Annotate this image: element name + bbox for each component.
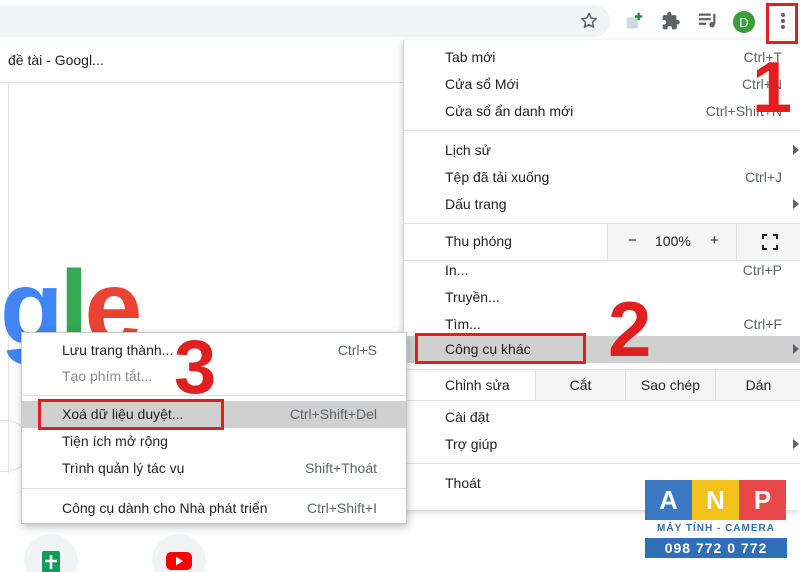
submenu-item-label: Công cụ dành cho Nhà phát triển <box>62 500 268 516</box>
menu-item-label: Dấu trang <box>445 196 507 212</box>
menu-item-label: Trợ giúp <box>445 436 498 452</box>
menu-item-shortcut: Ctrl+J <box>745 169 782 185</box>
menu-item-label: Thoát <box>445 475 481 491</box>
submenu-arrow-icon <box>793 439 799 449</box>
zoom-out-button[interactable]: − <box>628 232 637 249</box>
anp-letter: P <box>739 480 786 520</box>
menu-item-downloads[interactable]: Tệp đã tải xuống Ctrl+J <box>404 164 800 191</box>
submenu-item-shortcut: Ctrl+S <box>337 342 377 358</box>
menu-item-incognito-window[interactable]: Cửa sổ ẩn danh mới Ctrl+Shift+N <box>404 98 800 125</box>
menu-item-print[interactable]: In... Ctrl+P <box>404 257 800 284</box>
menu-item-label: Truyền... <box>445 289 500 305</box>
step1-number: 1 <box>752 48 793 128</box>
submenu-item-shortcut: Ctrl+Shift+I <box>306 500 377 516</box>
submenu-item-extensions[interactable]: Tiện ích mở rộng <box>22 428 406 455</box>
submenu-arrow-icon <box>793 344 799 354</box>
submenu-item-label: Tạo phím tắt... <box>62 368 153 384</box>
submenu-arrow-icon <box>793 199 799 209</box>
menu-item-shortcut: Ctrl+P <box>742 262 782 278</box>
anp-watermark-logo: A N P MÁY TÍNH - CAMERA 098 772 0 772 <box>645 480 787 562</box>
media-queue-icon[interactable] <box>695 8 721 34</box>
submenu-arrow-icon <box>793 145 799 155</box>
anp-tiles: A N P <box>645 480 787 520</box>
divider <box>0 82 404 83</box>
profile-avatar[interactable]: D <box>733 11 755 33</box>
browser-toolbar: D <box>0 0 800 40</box>
anp-phone: 098 772 0 772 <box>645 538 787 558</box>
tab-title[interactable]: đề tài - Googl... <box>8 52 104 68</box>
menu-item-cast[interactable]: Truyền... <box>404 284 800 311</box>
submenu-item-label: Tiện ích mở rộng <box>62 433 168 449</box>
menu-item-label: Cửa sổ ẩn danh mới <box>445 103 574 119</box>
menu-item-label: Tìm... <box>445 316 481 332</box>
edit-label: Chỉnh sửa <box>445 377 510 393</box>
menu-item-bookmarks[interactable]: Dấu trang <box>404 191 800 218</box>
menu-item-history[interactable]: Lịch sử <box>404 137 800 164</box>
menu-item-shortcut: Ctrl+F <box>743 316 783 332</box>
zoom-level: 100% <box>655 233 691 249</box>
extension-add-icon[interactable] <box>622 8 648 34</box>
menu-item-help[interactable]: Trợ giúp <box>404 431 800 458</box>
submenu-item-label: Trình quản lý tác vụ <box>62 460 185 476</box>
menu-item-new-tab[interactable]: Tab mới Ctrl+T <box>404 44 800 71</box>
anp-tagline: MÁY TÍNH - CAMERA <box>657 523 775 534</box>
menu-item-label: In... <box>445 262 469 278</box>
submenu-item-developer-tools[interactable]: Công cụ dành cho Nhà phát triển Ctrl+Shif… <box>22 495 406 522</box>
fullscreen-icon[interactable] <box>736 224 800 260</box>
submenu-item-shortcut: Ctrl+Shift+Del <box>289 406 377 422</box>
zoom-in-button[interactable]: + <box>710 232 719 249</box>
paste-button[interactable]: Dán <box>715 370 800 400</box>
cut-button[interactable]: Cắt <box>535 370 625 400</box>
menu-item-label: Lịch sử <box>445 142 491 158</box>
zoom-row: Thu phóng − 100% + <box>404 224 800 260</box>
copy-button[interactable]: Sao chép <box>625 370 715 400</box>
sheets-shortcut-icon[interactable] <box>24 534 78 572</box>
menu-item-settings[interactable]: Cài đặt <box>404 404 800 431</box>
menu-item-label: Cửa sổ Mới <box>445 76 519 92</box>
menu-item-label: Tab mới <box>445 49 496 65</box>
menu-item-label: Tệp đã tải xuống <box>445 169 550 185</box>
menu-separator <box>404 130 800 131</box>
bookmark-star-icon[interactable] <box>576 8 602 34</box>
step2-highlight-box <box>415 333 586 364</box>
menu-item-new-window[interactable]: Cửa sổ Mới Ctrl+N <box>404 71 800 98</box>
submenu-item-task-manager[interactable]: Trình quản lý tác vụ Shift+Thoát <box>22 455 406 482</box>
anp-letter: N <box>692 480 739 520</box>
submenu-item-label: Lưu trang thành... <box>62 342 174 358</box>
step3-number: 3 <box>174 325 217 410</box>
menu-separator <box>22 488 406 489</box>
submenu-item-shortcut: Shift+Thoát <box>305 460 377 476</box>
anp-letter: A <box>645 480 692 520</box>
zoom-controls: − 100% + <box>607 224 800 260</box>
youtube-shortcut-icon[interactable] <box>152 534 206 572</box>
edit-row: Chỉnh sửa Cắt Sao chép Dán <box>404 370 800 400</box>
puzzle-extensions-icon[interactable] <box>658 8 684 34</box>
avatar-letter: D <box>739 14 749 30</box>
address-bar[interactable] <box>0 5 610 37</box>
step1-highlight-box <box>766 3 798 44</box>
zoom-label: Thu phóng <box>445 233 512 249</box>
menu-item-label: Cài đặt <box>445 409 490 425</box>
step2-number: 2 <box>608 285 652 373</box>
menu-separator <box>404 400 800 401</box>
menu-separator <box>404 463 800 464</box>
chrome-main-menu: Tab mới Ctrl+T Cửa sổ Mới Ctrl+N Cửa sổ ẩn… <box>403 40 800 510</box>
